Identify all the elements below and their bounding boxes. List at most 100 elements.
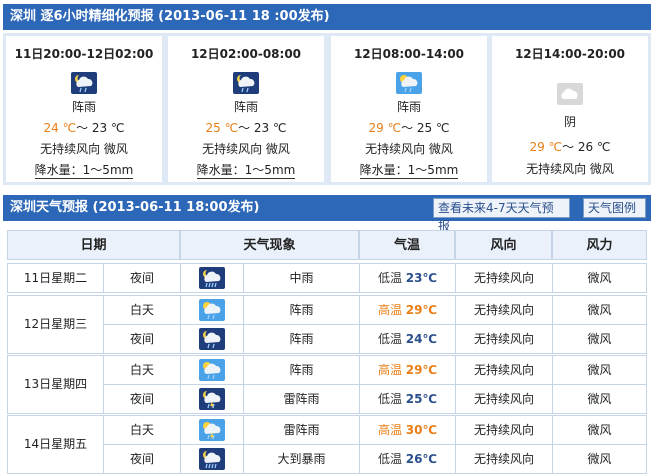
day-label: 14日星期五 — [8, 416, 104, 473]
period-wind: 无持续风向 微风 — [202, 142, 290, 156]
heavy-rain-night-icon — [181, 445, 244, 473]
period-weather: 阵雨 — [233, 100, 258, 114]
wind-direction: 无持续风向 — [456, 445, 553, 473]
period-label: 白天 — [104, 296, 181, 324]
temp-label: 高温 — [377, 363, 402, 377]
wind-direction: 无持续风向 — [456, 325, 553, 353]
period-temp: 25 ℃～ 23 ℃ — [168, 119, 324, 137]
temperature: 高温 29℃ — [360, 296, 456, 324]
day-group: 11日星期二 夜间 中雨 低温 23℃ 无持续风向 微风 — [7, 263, 647, 293]
six-hour-forecast-title: 深圳 逐6小时精细化预报 (2013-06-11 18 :00发布) — [10, 9, 330, 24]
temp-value: 26℃ — [405, 452, 438, 466]
day-group: 14日星期五 白天 雷阵雨 高温 30℃ 无持续风向 微风 夜间 大到暴雨 低温 26℃ 无持续风… — [7, 415, 647, 474]
period-card: 12日14:00-20:00 阴 29 ℃～ 26 ℃ 无持续风向 微风 — [492, 36, 648, 182]
wind-direction: 无持续风向 — [456, 264, 553, 292]
temp-separator: ～ — [562, 140, 575, 154]
table-header: 风向 — [455, 230, 552, 260]
weather-text: 阵雨 — [244, 356, 360, 384]
period-label: 夜间 — [104, 325, 181, 353]
period-label: 夜间 — [104, 385, 181, 413]
wind-force: 微风 — [587, 392, 612, 406]
period-rain: 降水量：1～5mm — [359, 163, 459, 179]
temp-value: 25℃ — [405, 392, 438, 406]
period-wind: 无持续风向 微风 — [40, 142, 128, 156]
weather-legend-button[interactable]: 天气图例 — [583, 198, 646, 218]
temp-value: 30℃ — [405, 423, 438, 437]
temp-label: 低温 — [377, 271, 402, 285]
table-header: 风力 — [552, 230, 647, 260]
temp-label: 低温 — [377, 332, 402, 346]
wind-force: 微风 — [587, 303, 612, 317]
temperature: 高温 30℃ — [360, 416, 456, 444]
weather-text: 雷阵雨 — [244, 385, 360, 413]
wind-direction: 无持续风向 — [456, 385, 553, 413]
temp-value: 23℃ — [405, 271, 438, 285]
period-time: 12日08:00-14:00 — [353, 47, 465, 61]
period-rain: 降水量：1～5mm — [196, 163, 296, 179]
wind-force: 微风 — [587, 423, 612, 437]
period-temp-high: 24 ℃ — [43, 121, 77, 135]
daily-forecast-title: 深圳天气预报 (2013-06-11 18:00发布) — [10, 200, 260, 215]
period-temp-low: 25 ℃ — [416, 121, 450, 135]
daily-forecast-header: 深圳天气预报 (2013-06-11 18:00发布) 查看未来4-7天天气预报… — [3, 195, 651, 233]
period-temp: 24 ℃～ 23 ℃ — [6, 119, 162, 137]
period-temp: 29 ℃～ 26 ℃ — [492, 138, 648, 156]
period-temp-high: 25 ℃ — [205, 121, 239, 135]
period-rain: 降水量：1～5mm — [34, 163, 134, 179]
future-forecast-button[interactable]: 查看未来4-7天天气预报 — [433, 198, 570, 233]
wind-direction: 无持续风向 — [456, 296, 553, 324]
period-wind: 无持续风向 微风 — [526, 162, 614, 176]
temp-label: 低温 — [377, 392, 402, 406]
thunder-shower-day-icon — [181, 416, 244, 444]
period-weather: 阵雨 — [71, 100, 96, 114]
shower-day-icon — [396, 72, 422, 94]
period-card: 11日20:00-12日02:00 阵雨 24 ℃～ 23 ℃ 无持续风向 微风 降水量… — [6, 36, 162, 182]
period-card: 12日08:00-14:00 阵雨 29 ℃～ 25 ℃ 无持续风向 微风 降水量：1～… — [331, 36, 487, 182]
period-weather: 阵雨 — [396, 100, 421, 114]
wind-force: 微风 — [587, 271, 612, 285]
six-hour-forecast-header: 深圳 逐6小时精细化预报 (2013-06-11 18 :00发布) — [3, 4, 651, 30]
wind-force: 微风 — [587, 332, 612, 346]
period-label: 夜间 — [104, 445, 181, 473]
temp-value: 24℃ — [405, 332, 438, 346]
six-hour-periods: 11日20:00-12日02:00 阵雨 24 ℃～ 23 ℃ 无持续风向 微风 降水量… — [3, 33, 651, 185]
period-time: 11日20:00-12日02:00 — [14, 47, 154, 61]
weather-text: 大到暴雨 — [244, 445, 360, 473]
period-temp-low: 26 ℃ — [577, 140, 611, 154]
weather-text: 阵雨 — [244, 325, 360, 353]
weather-text: 中雨 — [244, 264, 360, 292]
shower-day-icon — [181, 296, 244, 324]
period-temp-high: 29 ℃ — [368, 121, 402, 135]
weather-text: 雷阵雨 — [244, 416, 360, 444]
temp-label: 低温 — [377, 452, 402, 466]
period-wind: 无持续风向 微风 — [365, 142, 453, 156]
shower-night-icon — [71, 72, 97, 94]
period-temp-low: 23 ℃ — [253, 121, 287, 135]
temperature: 高温 29℃ — [360, 356, 456, 384]
temp-label: 高温 — [377, 423, 402, 437]
temp-label: 高温 — [377, 303, 402, 317]
day-group: 12日星期三 白天 阵雨 高温 29℃ 无持续风向 微风 夜间 阵雨 低温 24℃ 无持续风向 微风 — [7, 295, 647, 354]
temp-separator: ～ — [238, 121, 251, 135]
temperature: 低温 26℃ — [360, 445, 456, 473]
table-header: 天气现象 — [180, 230, 359, 260]
wind-direction: 无持续风向 — [456, 356, 553, 384]
day-label: 11日星期二 — [8, 264, 104, 292]
period-weather: 阴 — [563, 115, 576, 129]
day-group: 13日星期四 白天 阵雨 高温 29℃ 无持续风向 微风 夜间 雷阵雨 低温 25℃ 无持续风向微… — [7, 355, 647, 414]
day-label: 13日星期四 — [8, 356, 104, 413]
rain-night-icon — [181, 264, 244, 292]
temperature: 低温 23℃ — [360, 264, 456, 292]
period-temp-low: 23 ℃ — [91, 121, 125, 135]
period-temp: 29 ℃～ 25 ℃ — [331, 119, 487, 137]
period-label: 白天 — [104, 416, 181, 444]
shower-night-icon — [181, 325, 244, 353]
day-label: 12日星期三 — [8, 296, 104, 353]
temp-separator: ～ — [76, 121, 89, 135]
shower-day-icon — [181, 356, 244, 384]
thunder-shower-night-icon — [181, 385, 244, 413]
wind-force: 微风 — [587, 452, 612, 466]
period-label: 白天 — [104, 356, 181, 384]
wind-direction: 无持续风向 — [456, 416, 553, 444]
temp-value: 29℃ — [405, 303, 438, 317]
